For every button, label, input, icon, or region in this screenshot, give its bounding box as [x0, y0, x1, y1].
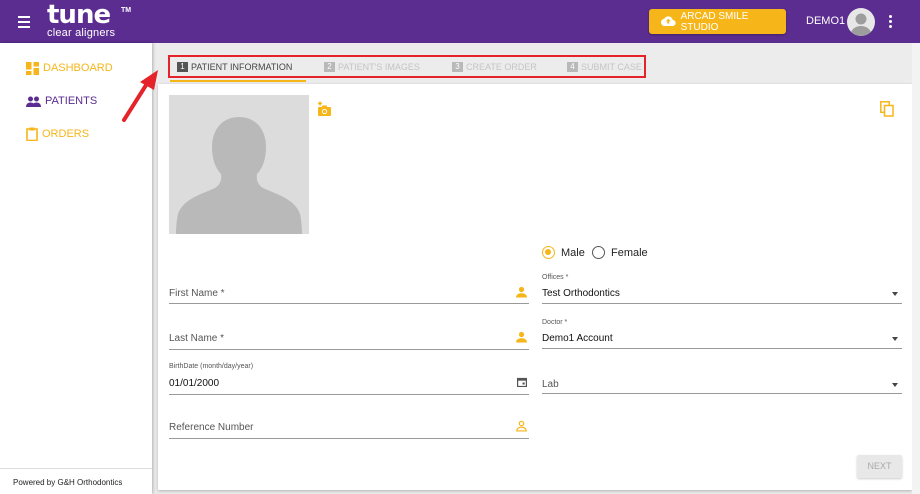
hamburger-icon[interactable] — [14, 13, 36, 31]
offices-label: Offices * — [542, 274, 569, 281]
tab-number: 1 — [177, 62, 188, 72]
sidebar-item-label: PATIENTS — [45, 95, 98, 107]
sidebar-item-patients[interactable]: PATIENTS — [26, 93, 97, 109]
arcad-button-label: ARCAD SMILE STUDIO — [680, 10, 749, 33]
last-name-placeholder: Last Name * — [169, 333, 225, 344]
tab-create-order[interactable]: 3 CREATE ORDER — [452, 62, 537, 72]
tab-label: CREATE ORDER — [466, 62, 537, 72]
calendar-icon[interactable] — [517, 377, 527, 387]
patient-form-card: Male Female First Name * Last Name * Bir… — [158, 84, 912, 490]
stepper-tabs: 1 PATIENT INFORMATION 2 PATIENT'S IMAGES… — [168, 55, 646, 78]
people-icon — [26, 96, 41, 107]
tab-patients-images[interactable]: 2 PATIENT'S IMAGES — [324, 62, 420, 72]
copy-icon[interactable] — [880, 101, 894, 117]
first-name-placeholder: First Name * — [169, 288, 225, 299]
cloud-upload-icon — [661, 16, 676, 27]
user-avatar[interactable] — [847, 8, 875, 36]
person-icon — [516, 331, 527, 342]
reference-number-placeholder: Reference Number — [169, 422, 254, 433]
doctor-select[interactable]: Doctor * Demo1 Account — [542, 319, 902, 349]
birthdate-label: BirthDate (month/day/year) — [169, 363, 254, 370]
chevron-down-icon — [892, 383, 898, 387]
patient-photo-placeholder — [169, 95, 309, 234]
sidebar-footer: Powered by G&H Orthodontics — [0, 468, 152, 494]
birthdate-field[interactable]: BirthDate (month/day/year) 01/01/2000 — [169, 363, 529, 395]
sidebar-item-orders[interactable]: ORDERS — [26, 126, 89, 142]
radio-female-circle[interactable] — [592, 246, 605, 259]
logo-subtitle: clear aligners — [47, 27, 116, 39]
dashboard-icon — [26, 61, 39, 75]
sidebar-item-dashboard[interactable]: DASHBOARD — [26, 60, 113, 76]
tab-number: 4 — [567, 62, 578, 72]
tab-number: 2 — [324, 62, 335, 72]
person-outline-icon — [516, 420, 527, 432]
offices-value: Test Orthodontics — [542, 288, 620, 299]
logo-trademark: TM — [121, 7, 132, 14]
arcad-smile-studio-button[interactable]: ARCAD SMILE STUDIO — [649, 9, 786, 34]
radio-female-label: Female — [611, 246, 648, 259]
first-name-field[interactable]: First Name * — [169, 280, 529, 304]
sidebar-item-label: DASHBOARD — [43, 62, 113, 74]
birthdate-value: 01/01/2000 — [169, 378, 220, 389]
doctor-label: Doctor * — [542, 319, 568, 326]
offices-select[interactable]: Offices * Test Orthodontics — [542, 274, 902, 304]
doctor-value: Demo1 Account — [542, 333, 613, 344]
tab-label: PATIENT'S IMAGES — [338, 62, 420, 72]
add-photo-icon[interactable] — [317, 101, 333, 117]
avatar-silhouette-icon — [850, 13, 872, 36]
sidebar-item-label: ORDERS — [42, 128, 90, 140]
page-scrollbar[interactable] — [912, 43, 920, 494]
top-app-bar: tune TM clear aligners ARCAD SMILE STUDI… — [0, 0, 920, 43]
tab-patient-information[interactable]: 1 PATIENT INFORMATION — [177, 62, 292, 72]
next-button[interactable]: NEXT — [857, 455, 902, 478]
tune-logo: tune TM clear aligners — [47, 0, 131, 39]
person-icon — [516, 286, 527, 297]
radio-male-label: Male — [561, 246, 585, 259]
lab-select[interactable]: Lab — [542, 369, 902, 394]
active-tab-indicator — [170, 80, 306, 82]
radio-male[interactable]: Male — [542, 246, 585, 259]
radio-female[interactable]: Female — [592, 246, 648, 259]
tab-label: SUBMIT CASE — [581, 62, 642, 72]
tab-label: PATIENT INFORMATION — [191, 62, 293, 72]
person-silhouette-icon — [176, 117, 302, 234]
logo-main-text: tune — [47, 0, 111, 30]
tab-submit-case[interactable]: 4 SUBMIT CASE — [567, 62, 642, 72]
user-name[interactable]: DEMO1 — [806, 15, 845, 27]
reference-number-field[interactable]: Reference Number — [169, 414, 529, 439]
clipboard-icon — [26, 127, 38, 141]
tab-number: 3 — [452, 62, 463, 72]
kebab-menu-icon[interactable] — [886, 14, 894, 30]
lab-placeholder: Lab — [542, 379, 559, 390]
radio-male-circle[interactable] — [542, 246, 555, 259]
chevron-down-icon — [892, 337, 898, 341]
chevron-down-icon — [892, 292, 898, 296]
last-name-field[interactable]: Last Name * — [169, 324, 529, 350]
